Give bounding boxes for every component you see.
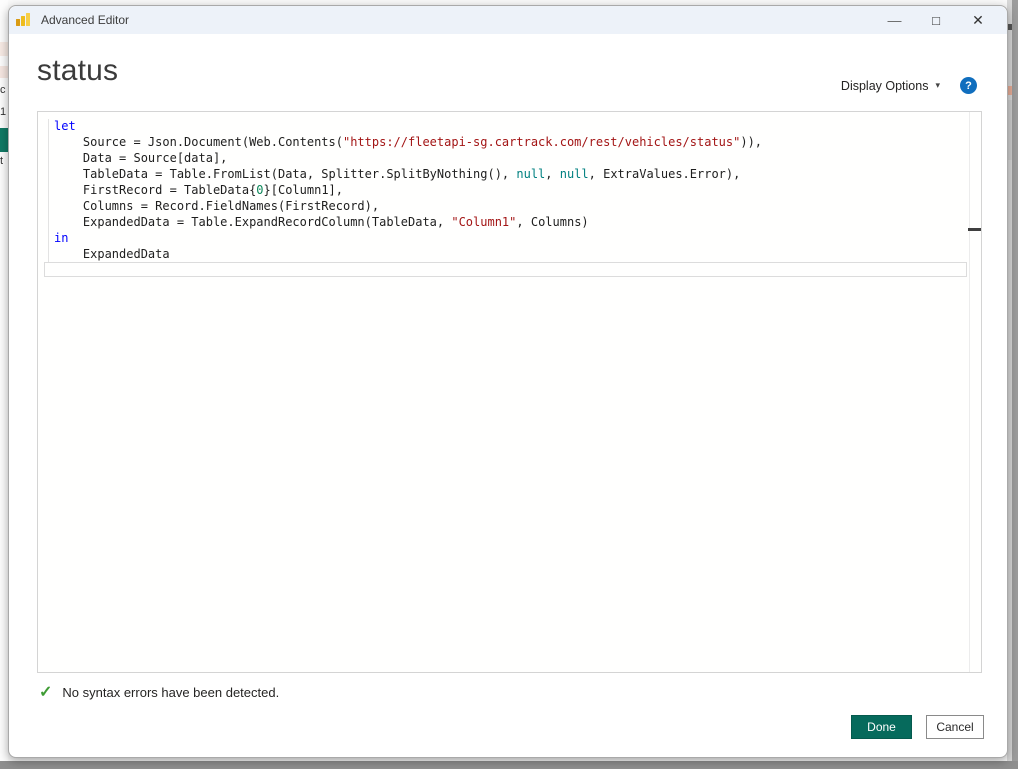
close-button[interactable]: ✕ bbox=[957, 6, 999, 34]
cancel-button[interactable]: Cancel bbox=[926, 715, 984, 739]
background-right-band bbox=[1012, 0, 1018, 769]
code-line: Columns = Record.FieldNames(FirstRecord)… bbox=[54, 198, 969, 214]
syntax-status: ✓ No syntax errors have been detected. bbox=[39, 682, 279, 702]
done-button[interactable]: Done bbox=[851, 715, 912, 739]
current-line-highlight bbox=[44, 262, 967, 277]
code-line: in bbox=[54, 230, 969, 246]
dialog-buttons: Done Cancel bbox=[851, 715, 984, 739]
code-line: FirstRecord = TableData{0}[Column1], bbox=[54, 182, 969, 198]
code-line: Data = Source[data], bbox=[54, 150, 969, 166]
scrollbar-cursor-marker bbox=[968, 228, 982, 231]
close-icon: ✕ bbox=[972, 12, 984, 29]
maximize-button[interactable]: □ bbox=[915, 6, 957, 34]
help-icon: ? bbox=[965, 80, 972, 92]
chevron-down-icon: ▾ bbox=[935, 80, 940, 91]
advanced-editor-dialog: Advanced Editor — □ ✕ status Display Opt… bbox=[8, 5, 1008, 758]
header-actions: Display Options ▾ ? bbox=[841, 77, 977, 94]
background-text-fragment: c bbox=[0, 84, 8, 96]
maximize-icon: □ bbox=[932, 13, 940, 28]
query-name-heading: status bbox=[37, 54, 118, 88]
code-line: ExpandedData bbox=[54, 246, 969, 262]
background-text-fragment: t bbox=[0, 155, 8, 167]
code-line: let bbox=[54, 118, 969, 134]
syntax-status-message: No syntax errors have been detected. bbox=[62, 685, 279, 700]
code-lines[interactable]: let Source = Json.Document(Web.Contents(… bbox=[38, 112, 969, 672]
help-button[interactable]: ? bbox=[960, 77, 977, 94]
display-options-dropdown[interactable]: Display Options ▾ bbox=[841, 79, 940, 93]
background-selected-query-fragment bbox=[0, 128, 8, 152]
minimize-icon: — bbox=[888, 12, 901, 28]
dialog-titlebar[interactable]: Advanced Editor — □ ✕ bbox=[9, 6, 1007, 34]
background-window-fragment bbox=[0, 66, 8, 78]
background-window-fragment bbox=[0, 42, 8, 56]
code-line: Source = Json.Document(Web.Contents("htt… bbox=[54, 134, 969, 150]
minimize-button[interactable]: — bbox=[873, 6, 915, 34]
code-editor[interactable]: let Source = Json.Document(Web.Contents(… bbox=[37, 111, 982, 673]
code-line: ExpandedData = Table.ExpandRecordColumn(… bbox=[54, 214, 969, 230]
dialog-title: Advanced Editor bbox=[41, 13, 129, 27]
screen: Help c 1 t Advanced Editor — □ ✕ bbox=[0, 0, 1018, 769]
powerbi-icon bbox=[16, 13, 30, 27]
display-options-label: Display Options bbox=[841, 79, 929, 93]
checkmark-icon: ✓ bbox=[39, 682, 52, 702]
editor-scrollbar[interactable] bbox=[969, 112, 981, 672]
background-text-fragment: 1 bbox=[0, 106, 8, 118]
background-bottom-band bbox=[0, 761, 1018, 769]
code-line: TableData = Table.FromList(Data, Splitte… bbox=[54, 166, 969, 182]
window-controls: — □ ✕ bbox=[873, 6, 999, 34]
